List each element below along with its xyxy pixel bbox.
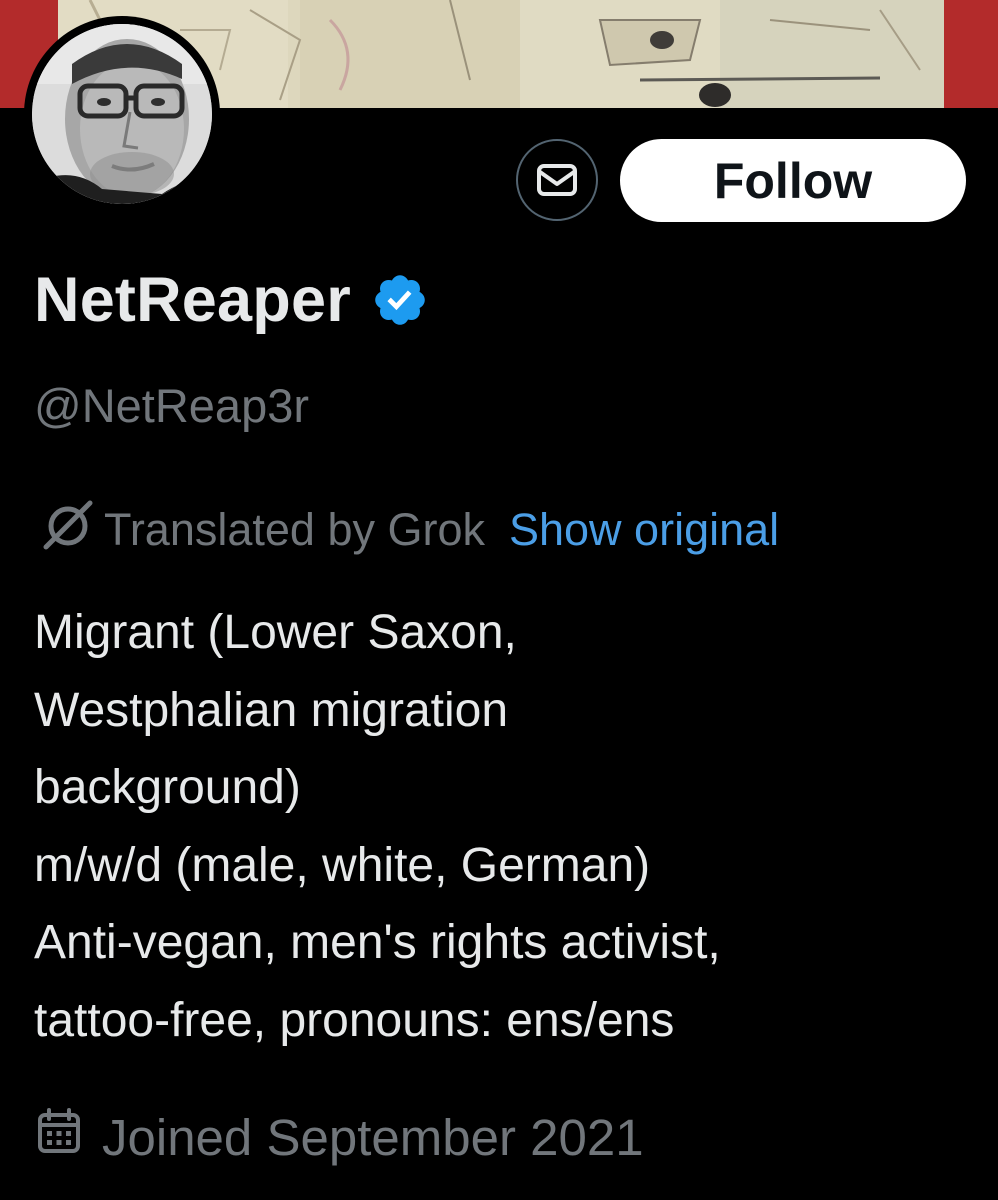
translated-by-label: Translated by Grok [104,504,485,555]
bio-line: Migrant (Lower Saxon, [34,606,517,659]
verified-badge-icon[interactable] [371,271,429,334]
bio-line: Anti-vegan, men's rights activist, [34,916,721,969]
grok-icon [38,499,96,562]
joined-date: Joined September 2021 [36,1102,644,1172]
display-name: NetReaper [34,265,351,335]
calendar-icon [36,1107,82,1167]
bio-line: Westphalian migration [34,683,509,737]
bio-line: background) [34,761,301,814]
message-button[interactable] [516,139,598,221]
follow-button[interactable]: Follow [620,139,966,222]
user-handle: @NetReap3r [34,379,310,432]
bio-line: tattoo-free, pronouns: ens/ens [34,993,675,1047]
translation-notice: Translated by Grok Show original [38,500,779,560]
name-row: NetReaper [34,262,429,338]
avatar-photo [32,24,212,204]
bio-line: m/w/d (male, white, German) [34,838,651,892]
profile-bio: Migrant (Lower Saxon, Westphalian migrat… [34,594,964,1059]
show-original-link[interactable]: Show original [509,504,779,556]
joined-label: Joined September 2021 [102,1108,644,1166]
avatar[interactable] [24,16,220,212]
envelope-icon [537,164,577,196]
